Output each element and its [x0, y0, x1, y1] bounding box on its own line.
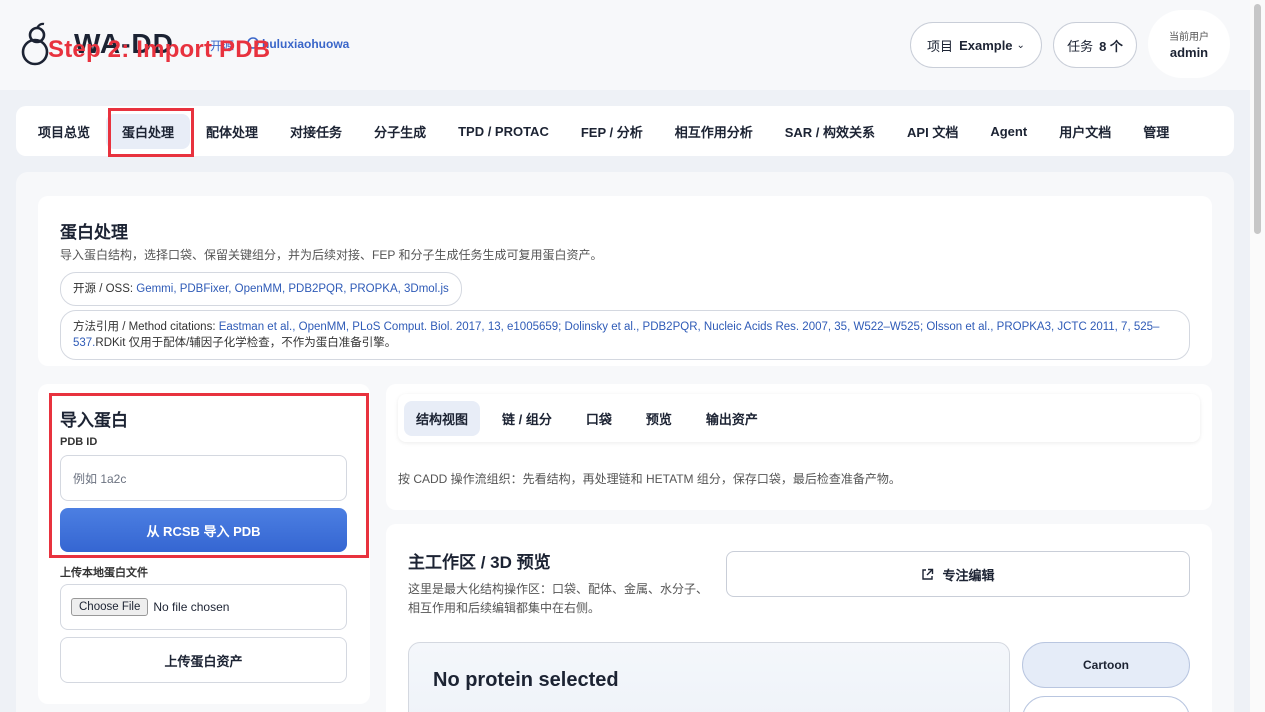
- nav-overview[interactable]: 项目总览: [22, 114, 106, 149]
- no-file-text: No file chosen: [153, 600, 230, 614]
- step-annotation: Step 2: Import PDB: [48, 36, 271, 63]
- user-menu[interactable]: 当前用户 admin: [1148, 10, 1230, 78]
- current-user-name: admin: [1169, 45, 1209, 60]
- import-protein-panel: 导入蛋白 PDB ID 例如 1a2c 从 RCSB 导入 PDB 上传本地蛋白…: [38, 384, 370, 704]
- nav-protein[interactable]: 蛋白处理: [106, 113, 191, 149]
- nav-tpd-protac[interactable]: TPD / PROTAC: [442, 116, 565, 147]
- project-value: Example: [959, 37, 1013, 53]
- upload-protein-button[interactable]: 上传蛋白资产: [60, 637, 347, 683]
- tabs-description: 按 CADD 操作流组织：先看结构，再处理链和 HETATM 组分，保存口袋，最…: [398, 472, 901, 486]
- 3d-viewer[interactable]: No protein selected: [408, 642, 1010, 712]
- project-selector[interactable]: 项目 Example ⌄: [910, 22, 1042, 68]
- oss-links[interactable]: Gemmi, PDBFixer, OpenMM, PDB2PQR, PROPKA…: [136, 283, 449, 295]
- oss-prefix: 开源 / OSS:: [73, 283, 137, 295]
- project-label: 项目: [927, 38, 954, 54]
- citation-suffix: RDKit 仅用于配体/辅因子化学检查，不作为蛋白准备引擎。: [95, 337, 397, 349]
- nav-sar[interactable]: SAR / 构效关系: [769, 114, 891, 149]
- citation-chip: 方法引用 / Method citations: Eastman et al.,…: [60, 310, 1190, 360]
- main-nav: 项目总览 蛋白处理 配体处理 对接任务 分子生成 TPD / PROTAC FE…: [16, 106, 1234, 156]
- tab-output[interactable]: 输出资产: [694, 401, 770, 436]
- nav-admin[interactable]: 管理: [1127, 114, 1185, 149]
- page-description: 导入蛋白结构，选择口袋、保留关键组分，并为后续对接、FEP 和分子生成任务生成可…: [60, 248, 603, 262]
- scrollbar-thumb[interactable]: [1254, 4, 1261, 234]
- import-title: 导入蛋白: [60, 411, 128, 430]
- nav-interaction[interactable]: 相互作用分析: [659, 114, 769, 149]
- choose-file-button[interactable]: Choose File: [71, 598, 149, 616]
- file-input[interactable]: Choose File No file chosen: [60, 584, 347, 630]
- current-user-label: 当前用户: [1169, 32, 1209, 43]
- tasks-label: 任务: [1067, 38, 1094, 54]
- workspace-title: 主工作区 / 3D 预览: [408, 553, 551, 572]
- tab-pocket[interactable]: 口袋: [574, 401, 624, 436]
- oss-chip: 开源 / OSS: Gemmi, PDBFixer, OpenMM, PDB2P…: [60, 272, 462, 306]
- upload-label: 上传本地蛋白文件: [60, 567, 148, 579]
- nav-agent[interactable]: Agent: [974, 116, 1043, 147]
- cartoon-style-button[interactable]: Cartoon: [1022, 642, 1190, 688]
- page-title: 蛋白处理: [60, 223, 128, 242]
- pdb-id-input[interactable]: 例如 1a2c: [60, 455, 347, 501]
- nav-ligand[interactable]: 配体处理: [190, 114, 274, 149]
- viewer-empty-title: No protein selected: [433, 669, 619, 691]
- nav-generation[interactable]: 分子生成: [358, 114, 442, 149]
- app-header: WA-DD 开源 huluxiaohuowa Step 2: Import PD…: [0, 0, 1250, 90]
- style-button-2[interactable]: [1022, 696, 1190, 712]
- tasks-count: 8 个: [1099, 38, 1123, 54]
- workspace-panel: 主工作区 / 3D 预览 这里是最大化结构操作区：口袋、配体、金属、水分子、相互…: [386, 524, 1212, 712]
- chevron-down-icon: ⌄: [1016, 39, 1025, 51]
- citation-prefix: 方法引用 / Method citations:: [73, 321, 219, 333]
- view-tabs-panel: 结构视图 链 / 组分 口袋 预览 输出资产 按 CADD 操作流组织：先看结构…: [386, 384, 1212, 510]
- nav-fep[interactable]: FEP / 分析: [565, 114, 659, 149]
- tab-chains[interactable]: 链 / 组分: [490, 401, 564, 436]
- nav-api-docs[interactable]: API 文档: [891, 114, 974, 149]
- tasks-button[interactable]: 任务 8 个: [1053, 22, 1137, 68]
- tab-preview[interactable]: 预览: [634, 401, 684, 436]
- pdb-id-label: PDB ID: [60, 436, 98, 448]
- view-tabbar: 结构视图 链 / 组分 口袋 预览 输出资产: [398, 394, 1200, 442]
- nav-docking[interactable]: 对接任务: [274, 114, 358, 149]
- tab-structure[interactable]: 结构视图: [404, 400, 481, 436]
- focus-edit-button[interactable]: 专注编辑: [726, 551, 1190, 597]
- import-rcsb-button[interactable]: 从 RCSB 导入 PDB: [60, 508, 347, 552]
- focus-edit-label: 专注编辑: [942, 567, 995, 583]
- external-link-icon: [922, 568, 934, 580]
- github-user-link[interactable]: huluxiaohuowa: [262, 37, 349, 51]
- nav-user-docs[interactable]: 用户文档: [1043, 114, 1127, 149]
- intro-card: 蛋白处理 导入蛋白结构，选择口袋、保留关键组分，并为后续对接、FEP 和分子生成…: [38, 196, 1212, 366]
- workspace-description: 这里是最大化结构操作区：口袋、配体、金属、水分子、相互作用和后续编辑都集中在右侧…: [408, 582, 709, 615]
